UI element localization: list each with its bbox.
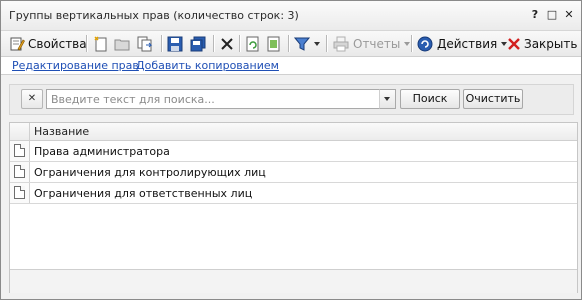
filter-button[interactable] bbox=[293, 34, 320, 53]
delete-icon[interactable] bbox=[219, 36, 235, 52]
column-header-name[interactable]: Название bbox=[34, 125, 89, 138]
actions-label: Действия bbox=[437, 36, 498, 51]
rights-groups-grid: Название Права администратора Ограничени… bbox=[9, 122, 578, 293]
close-button[interactable]: Закрыть bbox=[506, 34, 577, 53]
toolbar-separator bbox=[288, 35, 290, 52]
copy-record-icon[interactable] bbox=[137, 36, 153, 52]
action-links-bar: Редактирование прав Добавить копирование… bbox=[1, 57, 581, 75]
grid-header: Название bbox=[10, 123, 577, 141]
row-name-cell: Ограничения для контролирующих лиц bbox=[34, 166, 266, 179]
reports-label: Отчеты bbox=[353, 36, 401, 51]
close-window-button[interactable]: ✕ bbox=[561, 7, 577, 23]
edit-rights-link[interactable]: Редактирование прав bbox=[12, 59, 139, 72]
save-icon[interactable] bbox=[167, 36, 183, 52]
window-title: Группы вертикальных прав (количество стр… bbox=[9, 9, 299, 22]
new-folder-icon[interactable] bbox=[114, 36, 130, 52]
save-all-icon[interactable] bbox=[190, 36, 206, 52]
search-button[interactable]: Поиск bbox=[400, 89, 460, 109]
export-icon[interactable] bbox=[266, 36, 282, 52]
chevron-down-icon bbox=[404, 41, 411, 46]
toolbar: Свойства Отчеты Действия Закрыть bbox=[1, 31, 581, 57]
clear-button[interactable]: Очистить bbox=[463, 89, 523, 109]
add-copy-link[interactable]: Добавить копированием bbox=[136, 59, 279, 72]
row-name-cell: Права администратора bbox=[34, 145, 170, 158]
close-label: Закрыть bbox=[524, 36, 578, 51]
help-button[interactable]: ? bbox=[527, 7, 543, 23]
maximize-button[interactable]: □ bbox=[544, 7, 560, 23]
close-red-x-icon bbox=[506, 36, 522, 52]
actions-globe-icon bbox=[417, 36, 433, 52]
reports-button[interactable]: Отчеты bbox=[333, 34, 411, 53]
toolbar-separator bbox=[326, 35, 328, 52]
grid-footer bbox=[10, 269, 577, 293]
search-panel: ✕ Поиск Очистить bbox=[9, 84, 574, 115]
toolbar-separator bbox=[86, 35, 88, 52]
properties-button[interactable]: Свойства bbox=[9, 34, 87, 53]
row-indicator-header bbox=[10, 123, 30, 140]
properties-edit-icon bbox=[9, 36, 25, 52]
document-icon bbox=[14, 165, 25, 178]
properties-label: Свойства bbox=[28, 36, 87, 51]
chevron-down-icon bbox=[384, 97, 390, 101]
search-dropdown-button[interactable] bbox=[379, 89, 396, 109]
toolbar-separator bbox=[213, 35, 215, 52]
new-record-icon[interactable] bbox=[93, 36, 109, 52]
printer-icon bbox=[333, 36, 349, 52]
refresh-icon[interactable] bbox=[245, 36, 261, 52]
document-icon bbox=[14, 186, 25, 199]
table-row[interactable]: Ограничения для ответственных лиц bbox=[10, 183, 577, 204]
row-indicator bbox=[10, 162, 30, 182]
table-row[interactable]: Права администратора bbox=[10, 141, 577, 162]
clear-search-icon[interactable]: ✕ bbox=[21, 89, 43, 109]
document-icon bbox=[14, 144, 25, 157]
title-bar: Группы вертикальных прав (количество стр… bbox=[1, 1, 581, 31]
toolbar-separator bbox=[239, 35, 241, 52]
table-row[interactable]: Ограничения для контролирующих лиц bbox=[10, 162, 577, 183]
actions-button[interactable]: Действия bbox=[417, 34, 508, 53]
dialog-window: Группы вертикальных прав (количество стр… bbox=[0, 0, 582, 300]
search-input[interactable] bbox=[46, 89, 390, 109]
row-indicator bbox=[10, 183, 30, 203]
toolbar-separator bbox=[411, 35, 413, 52]
filter-funnel-icon bbox=[293, 36, 311, 52]
chevron-down-icon bbox=[314, 41, 320, 46]
toolbar-separator bbox=[161, 35, 163, 52]
row-name-cell: Ограничения для ответственных лиц bbox=[34, 187, 253, 200]
row-indicator bbox=[10, 141, 30, 161]
